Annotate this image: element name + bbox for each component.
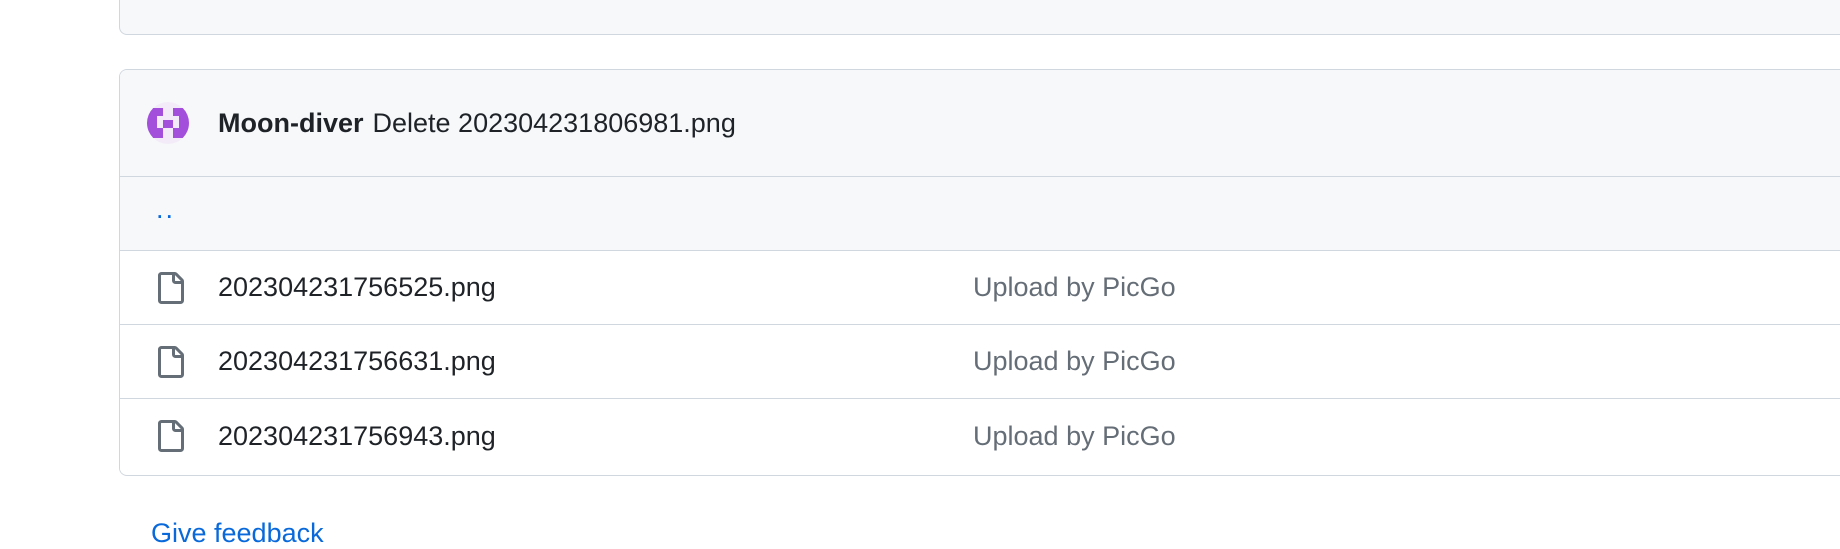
file-commit-message-link[interactable]: Upload by PicGo — [973, 421, 1176, 452]
give-feedback-link[interactable]: Give feedback — [151, 518, 324, 549]
latest-commit-header: Moon-diver Delete 202304231806981.png — [120, 70, 1840, 177]
file-icon — [158, 271, 184, 304]
file-icon — [158, 345, 184, 378]
commit-author-link[interactable]: Moon-diver — [218, 108, 364, 139]
file-row[interactable]: 202304231756525.png Upload by PicGo — [120, 251, 1840, 325]
parent-directory-row[interactable]: .. — [120, 177, 1840, 251]
file-row[interactable]: 202304231756943.png Upload by PicGo — [120, 399, 1840, 473]
file-name-link[interactable]: 202304231756631.png — [218, 346, 973, 377]
parent-directory-link[interactable]: .. — [156, 194, 175, 225]
file-name-link[interactable]: 202304231756525.png — [218, 272, 973, 303]
file-icon — [158, 420, 184, 452]
file-browser: Moon-diver Delete 202304231806981.png ..… — [119, 69, 1840, 476]
file-commit-message-link[interactable]: Upload by PicGo — [973, 272, 1176, 303]
avatar[interactable] — [147, 102, 189, 144]
file-row[interactable]: 202304231756631.png Upload by PicGo — [120, 325, 1840, 399]
file-commit-message-link[interactable]: Upload by PicGo — [973, 346, 1176, 377]
file-name-link[interactable]: 202304231756943.png — [218, 421, 973, 452]
previous-panel — [119, 0, 1840, 35]
identicon-icon — [147, 108, 189, 138]
commit-message-link[interactable]: Delete 202304231806981.png — [373, 108, 736, 139]
